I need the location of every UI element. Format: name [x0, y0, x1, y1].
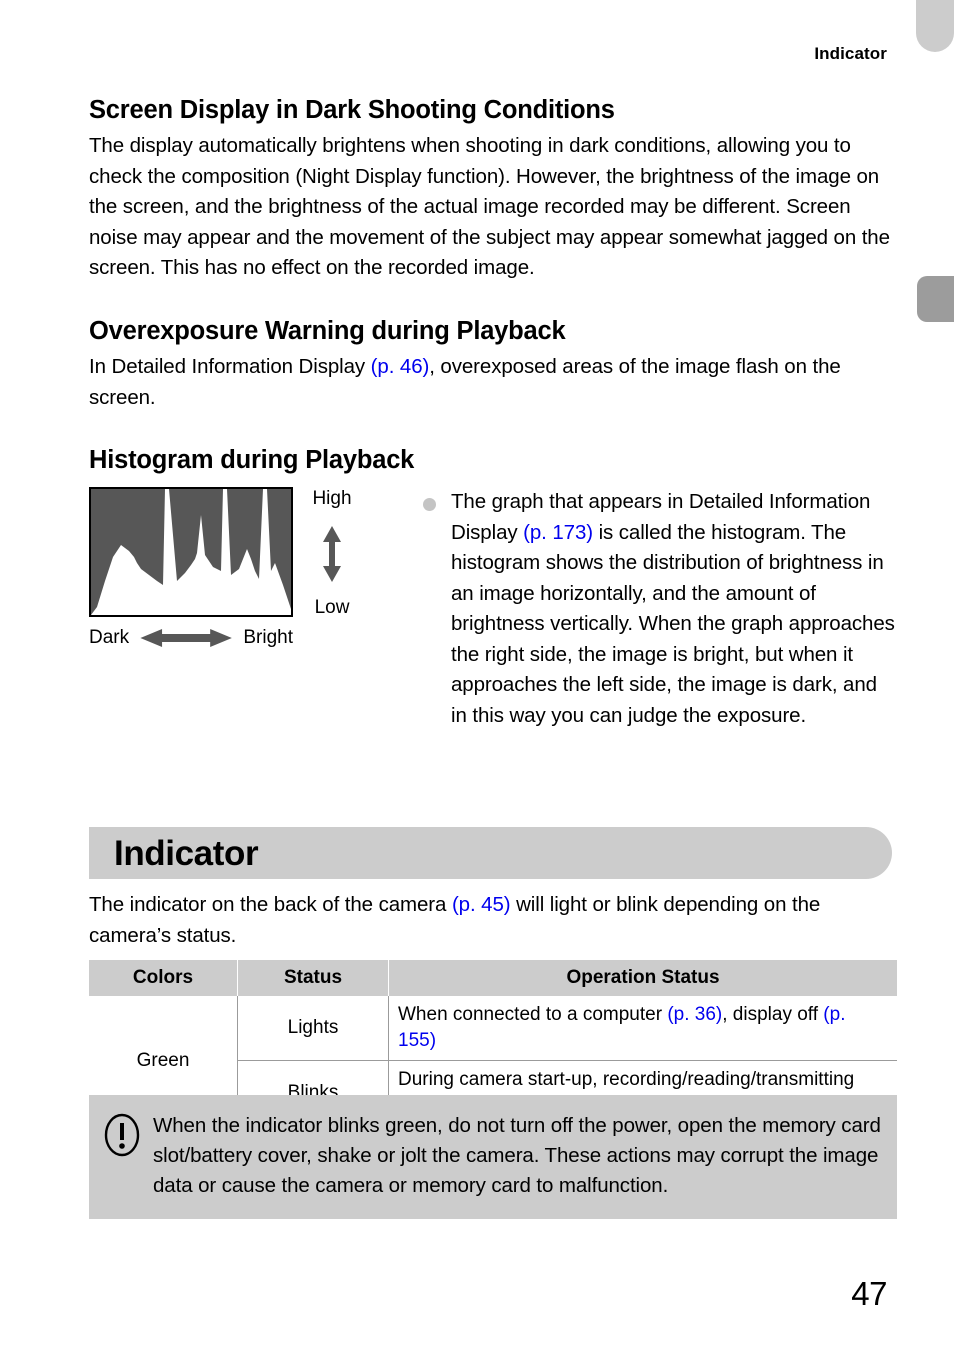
indicator-intro: The indicator on the back of the camera … — [89, 890, 897, 951]
page-number: 47 — [851, 1275, 887, 1312]
histogram-with-axis-labels: High Low — [89, 487, 419, 619]
section-body-overexposure: In Detailed Information Display (p. 46),… — [89, 352, 897, 413]
page-link-173[interactable]: (p. 173) — [523, 521, 593, 544]
overexposure-text-1: In Detailed Information Display — [89, 355, 371, 379]
histogram-figure-row: High Low Dark Bright The graph that appe… — [89, 487, 897, 731]
section-heading-overexposure: Overexposure Warning during Playback — [89, 316, 566, 345]
warning-callout: When the indicator blinks green, do not … — [89, 1095, 897, 1219]
axis-label-low: Low — [314, 597, 350, 619]
section-heading-histogram: Histogram during Playback — [89, 446, 415, 475]
page-content: Screen Display in Dark Shooting Conditio… — [89, 96, 897, 731]
section-body-screen-display: The display automatically brightens when… — [89, 134, 890, 280]
running-header-title: Indicator — [814, 44, 887, 63]
banner-title: Indicator — [114, 833, 259, 873]
vertical-axis-labels: High Low — [303, 487, 361, 619]
section-banner-indicator: Indicator — [89, 827, 892, 879]
intro-text-1: The indicator on the back of the camera — [89, 893, 452, 916]
axis-label-high: High — [312, 488, 352, 510]
table-header-row: Colors Status Operation Status — [89, 960, 897, 996]
chapter-tab-marker-top — [916, 0, 954, 52]
axis-label-dark: Dark — [89, 627, 130, 649]
table-row: Green Lights When connected to a compute… — [89, 996, 897, 1126]
histogram-figure: High Low Dark Bright — [89, 487, 419, 649]
histogram-chart — [89, 487, 293, 618]
chapter-tab-marker-active — [917, 276, 954, 322]
page-link-46[interactable]: (p. 46) — [371, 355, 430, 378]
section-heading-screen-display: Screen Display in Dark Shooting Conditio… — [89, 96, 615, 124]
horizontal-double-arrow-icon — [140, 629, 232, 648]
table-header-status: Status — [237, 960, 389, 996]
horizontal-axis-labels: Dark Bright — [89, 627, 293, 649]
axis-label-bright: Bright — [243, 627, 293, 649]
bullet-text-2: is called the histogram. The histogram s… — [451, 520, 895, 727]
table-cell-operation-lights: When connected to a computer (p. 36), di… — [388, 996, 897, 1061]
warning-text: When the indicator blinks green, do not … — [153, 1114, 881, 1197]
table-cell-status-lights: Lights — [237, 996, 389, 1061]
histogram-bullet-item: The graph that appears in Detailed Infor… — [419, 487, 897, 731]
histogram-svg — [91, 489, 291, 616]
page-link-36[interactable]: (p. 36) — [667, 1004, 722, 1025]
table-header-operation-status: Operation Status — [388, 960, 897, 996]
vertical-double-arrow-icon — [323, 525, 341, 582]
table-head: Colors Status Operation Status — [89, 960, 897, 996]
page-link-45[interactable]: (p. 45) — [452, 893, 511, 916]
op-text-2: , display off — [722, 1004, 824, 1025]
bullet-dot-icon — [423, 498, 436, 512]
histogram-bullet-text: The graph that appears in Detailed Infor… — [451, 487, 897, 731]
op-text-1: When connected to a computer — [398, 1004, 668, 1025]
exclamation-oval-icon — [104, 1113, 140, 1157]
indicator-intro-text: The indicator on the back of the camera … — [89, 890, 897, 951]
table-header-colors: Colors — [89, 960, 238, 996]
